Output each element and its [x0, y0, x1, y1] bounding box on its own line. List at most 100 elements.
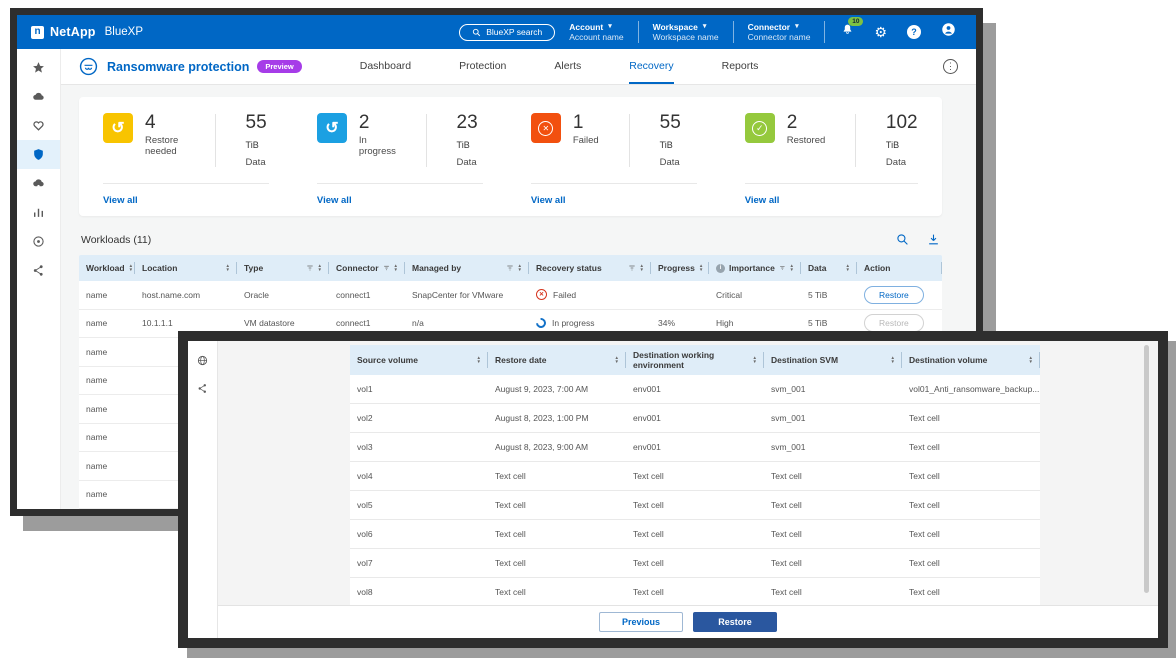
- column-header[interactable]: Action ▲▼: [857, 255, 942, 281]
- filter-icon[interactable]: [383, 264, 390, 272]
- column-header[interactable]: Data ▲▼: [801, 255, 857, 281]
- column-header[interactable]: Progress ▲▼: [651, 255, 709, 281]
- sidebar-item-favorites[interactable]: [17, 53, 60, 82]
- vertical-scrollbar[interactable]: [1144, 345, 1149, 593]
- brand-name: NetApp: [50, 25, 96, 39]
- search-icon[interactable]: [896, 233, 909, 246]
- previous-button[interactable]: Previous: [599, 612, 683, 632]
- volumes-table: Source volume ▲▼ Restore date ▲▼: [350, 345, 1040, 605]
- filter-icon[interactable]: [306, 264, 314, 272]
- share-nodes-icon: [32, 264, 45, 277]
- column-header[interactable]: Managed by ▲▼: [405, 255, 529, 281]
- sort-icon[interactable]: ▲▼: [699, 264, 703, 272]
- sidebar-item-extend[interactable]: [17, 256, 60, 285]
- card-label: Failed: [573, 135, 599, 146]
- sort-icon[interactable]: ▲▼: [226, 264, 230, 272]
- column-header[interactable]: Restore date ▲▼: [488, 345, 626, 375]
- card-value: 23: [457, 112, 478, 133]
- card-label: In progress: [359, 135, 396, 157]
- more-options-button[interactable]: ⋮: [943, 59, 958, 74]
- workspace-menu[interactable]: Workspace ▾ Workspace name: [653, 22, 719, 42]
- tab[interactable]: Dashboard: [360, 49, 411, 84]
- tab[interactable]: Reports: [722, 49, 759, 84]
- filter-icon[interactable]: [779, 264, 786, 272]
- sort-icon[interactable]: ▲▼: [129, 264, 133, 272]
- column-header[interactable]: Destination SVM ▲▼: [764, 345, 902, 375]
- tab[interactable]: Protection: [459, 49, 506, 84]
- info-icon[interactable]: [716, 264, 725, 273]
- status-icon: [103, 113, 133, 143]
- summary-card: 1 Failed 55 TiB Data: [507, 113, 721, 206]
- divider: [733, 21, 734, 43]
- column-header[interactable]: Type ▲▼: [237, 255, 329, 281]
- page-title: Ransomware protection: [107, 60, 249, 74]
- divider: [855, 114, 856, 167]
- view-all-link[interactable]: View all: [103, 195, 269, 206]
- sort-icon[interactable]: ▲▼: [753, 356, 757, 364]
- product-name: BlueXP: [105, 26, 143, 38]
- column-header[interactable]: Connector ▲▼: [329, 255, 405, 281]
- table-row: vol8 Text cell Text cell Text cell Text …: [350, 578, 1040, 605]
- sort-icon[interactable]: ▲▼: [318, 264, 322, 272]
- divider: [215, 114, 216, 167]
- sort-icon[interactable]: ▲▼: [891, 356, 895, 364]
- column-header[interactable]: Recovery status ▲▼: [529, 255, 651, 281]
- sidebar-item-analytics[interactable]: [17, 198, 60, 227]
- sidebar-item-mobility[interactable]: [17, 169, 60, 198]
- table-row: vol7 Text cell Text cell Text cell Text …: [350, 549, 1040, 578]
- filter-icon[interactable]: [506, 264, 514, 272]
- netapp-logo-icon: n: [31, 26, 44, 39]
- sort-icon[interactable]: ▲▼: [615, 356, 619, 364]
- sort-icon[interactable]: ▲▼: [518, 264, 522, 272]
- chevron-down-icon: ▾: [608, 22, 612, 32]
- sidebar-item-protection[interactable]: [17, 140, 60, 169]
- sidebar-item-health[interactable]: [17, 111, 60, 140]
- tab[interactable]: Alerts: [554, 49, 581, 84]
- globe-icon[interactable]: [197, 355, 208, 366]
- connector-menu[interactable]: Connector ▾ Connector name: [748, 22, 811, 42]
- restore-button[interactable]: Restore: [864, 286, 924, 304]
- cloud-icon: [32, 90, 45, 103]
- table-header-row: Workload ▲▼ Location: [79, 255, 942, 281]
- column-header[interactable]: Source volume ▲▼: [350, 345, 488, 375]
- sort-icon[interactable]: ▲▼: [1029, 356, 1033, 364]
- restore-button[interactable]: Restore: [864, 314, 924, 332]
- user-menu-button[interactable]: [941, 22, 956, 42]
- status-icon: [745, 113, 775, 143]
- view-all-link[interactable]: View all: [317, 195, 483, 206]
- top-app-bar: n NetApp BlueXP BlueXP search Account ▾ …: [17, 15, 976, 49]
- sort-icon[interactable]: ▲▼: [790, 264, 794, 272]
- card-label: Restored: [787, 135, 826, 146]
- account-menu[interactable]: Account ▾ Account name: [569, 22, 623, 42]
- download-icon[interactable]: [927, 233, 940, 246]
- sort-icon[interactable]: ▲▼: [846, 264, 850, 272]
- view-all-link[interactable]: View all: [531, 195, 697, 206]
- column-header[interactable]: Destination working environment ▲▼: [626, 345, 764, 375]
- share-nodes-icon[interactable]: [197, 383, 208, 394]
- filter-icon[interactable]: [628, 264, 636, 272]
- tab[interactable]: Recovery: [629, 49, 673, 84]
- column-header[interactable]: Destination volume ▲▼: [902, 345, 1040, 375]
- restore-submit-button[interactable]: Restore: [693, 612, 777, 632]
- bluexp-search-button[interactable]: BlueXP search: [459, 24, 555, 41]
- column-header[interactable]: Workload ▲▼: [79, 255, 135, 281]
- card-value-label: Data: [246, 157, 269, 168]
- sort-icon[interactable]: ▲▼: [394, 264, 398, 272]
- view-all-link[interactable]: View all: [745, 195, 918, 206]
- sort-icon[interactable]: ▲▼: [640, 264, 644, 272]
- help-button[interactable]: ?: [907, 25, 921, 39]
- table-row: vol2 August 8, 2023, 1:00 PM env001 svm_…: [350, 404, 1040, 433]
- card-unit: TiB: [457, 140, 470, 150]
- column-header[interactable]: Location ▲▼: [135, 255, 237, 281]
- settings-button[interactable]: ⚙: [874, 25, 887, 39]
- restore-dialog-window: Source volume ▲▼ Restore date ▲▼: [178, 331, 1168, 648]
- sort-icon[interactable]: ▲▼: [477, 356, 481, 364]
- card-value: 102: [886, 112, 918, 133]
- notifications-button[interactable]: 10: [841, 23, 854, 41]
- user-icon: [941, 22, 956, 37]
- sidebar-item-observability[interactable]: [17, 227, 60, 256]
- card-label: Restore needed: [145, 135, 185, 157]
- divider: [531, 183, 697, 184]
- column-header[interactable]: Importance ▲▼: [709, 255, 801, 281]
- sidebar-item-storage[interactable]: [17, 82, 60, 111]
